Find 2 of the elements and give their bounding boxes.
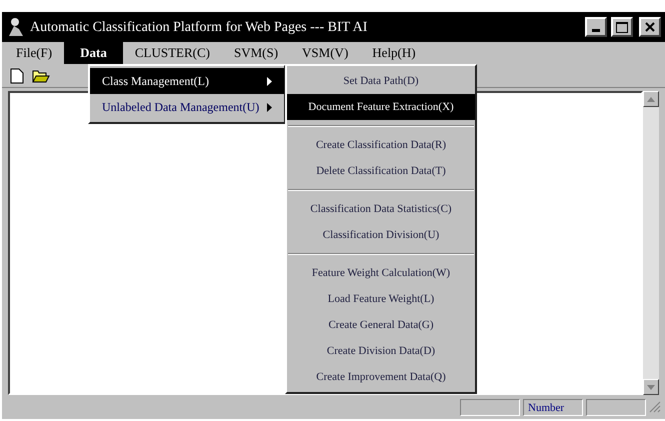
window-title: Automatic Classification Platform for Web Pages --- BIT AI (30, 18, 368, 36)
status-indicator: Number (523, 398, 583, 416)
